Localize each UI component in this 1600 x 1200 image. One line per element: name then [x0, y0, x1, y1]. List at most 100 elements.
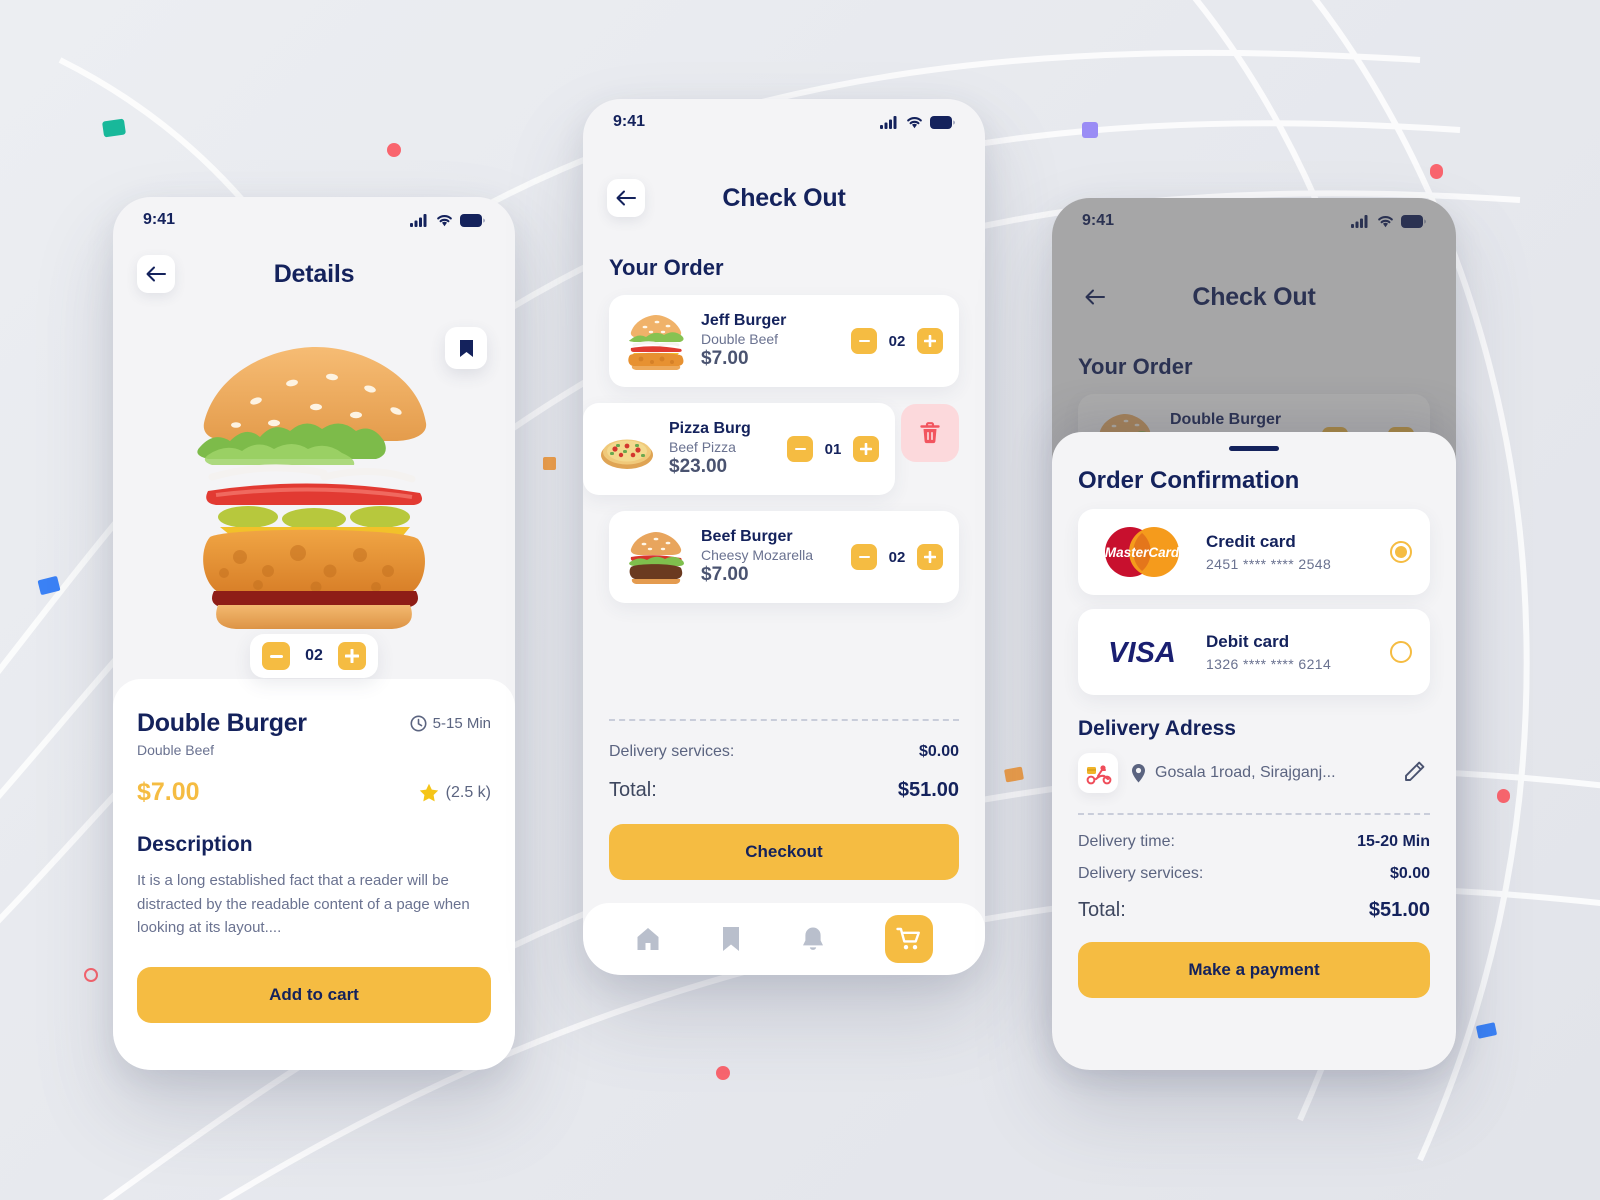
order-item-price: $7.00	[701, 564, 749, 585]
drag-handle[interactable]	[1229, 446, 1279, 451]
confirmation-title: Order Confirmation	[1078, 467, 1300, 494]
delivery-services-row: Delivery services: $0.00	[1078, 865, 1430, 883]
arrow-left-icon	[616, 190, 636, 206]
your-order-heading: Your Order	[609, 255, 724, 280]
tab-bookmarks[interactable]	[721, 926, 741, 952]
svg-text:MasterCard: MasterCard	[1105, 545, 1180, 560]
orange-chip	[1004, 766, 1024, 783]
delivery-scooter-icon	[1078, 753, 1118, 793]
delivery-services-value: $0.00	[1389, 865, 1430, 882]
payment-method-name: Debit card	[1206, 632, 1290, 651]
pink-dot-2	[1430, 164, 1443, 179]
total-value: $51.00	[1368, 899, 1430, 921]
checkout-app-bar: Check Out	[583, 167, 985, 229]
svg-text:VISA: VISA	[1108, 637, 1176, 669]
battery-icon	[460, 213, 485, 227]
blue-chip-2	[1475, 1022, 1498, 1039]
pink-dot-3	[716, 1066, 730, 1080]
pencil-icon	[1405, 761, 1425, 781]
delivery-time-value: 15-20 Min	[1357, 833, 1430, 850]
payment-method-name: Credit card	[1206, 532, 1296, 551]
add-to-cart-button[interactable]: Add to cart	[137, 967, 491, 1023]
purple-square	[1082, 122, 1098, 138]
prep-time-label: 5-15 Min	[432, 715, 491, 732]
payment-radio-selected[interactable]	[1390, 541, 1412, 563]
order-item-decrease-button[interactable]	[787, 436, 813, 462]
back-button[interactable]	[137, 255, 175, 293]
delivery-services-row: Delivery services: $0.00	[609, 743, 959, 761]
payment-radio-unselected[interactable]	[1390, 641, 1412, 663]
order-item-name: Pizza Burg	[669, 420, 751, 437]
edit-address-button[interactable]	[1398, 756, 1430, 791]
product-name: Double Burger	[137, 709, 307, 737]
pink-ring	[84, 968, 98, 982]
delivery-services-value: $0.00	[918, 743, 959, 760]
pink-dot	[387, 143, 401, 157]
order-item-stepper[interactable]: 01	[787, 436, 879, 462]
checkout-button[interactable]: Checkout	[609, 824, 959, 880]
delivery-address-heading: Delivery Adress	[1078, 717, 1236, 740]
battery-icon	[930, 115, 955, 129]
back-button[interactable]	[607, 179, 645, 217]
order-item-quantity: 02	[888, 332, 906, 350]
plus-icon	[924, 335, 936, 347]
details-app-bar: Details	[113, 243, 515, 305]
product-price: $7.00	[137, 778, 200, 806]
order-item-decrease-button[interactable]	[851, 328, 877, 354]
pink-dot-4	[1497, 789, 1510, 803]
arrow-left-icon	[146, 266, 166, 282]
status-bar: 9:41	[113, 197, 515, 243]
order-item-increase-button[interactable]	[853, 436, 879, 462]
quantity-decrease-button[interactable]	[262, 642, 290, 670]
order-item-subtitle: Beef Pizza	[669, 439, 736, 455]
quantity-increase-button[interactable]	[338, 642, 366, 670]
bookmark-icon	[723, 927, 739, 951]
make-payment-button[interactable]: Make a payment	[1078, 942, 1430, 998]
order-item-subtitle: Cheesy Mozarella	[701, 547, 814, 563]
rating-count: (2.5 k)	[445, 783, 491, 801]
orange-square	[543, 457, 556, 470]
order-item-price: $7.00	[701, 348, 749, 369]
delivery-time-label: Delivery time:	[1078, 833, 1175, 850]
minus-icon	[858, 339, 870, 343]
tab-cart[interactable]	[885, 915, 933, 963]
order-item-decrease-button[interactable]	[851, 544, 877, 570]
hero-image-area	[113, 305, 515, 635]
signal-icon	[410, 213, 427, 227]
order-item-increase-button[interactable]	[917, 328, 943, 354]
order-item-name: Jeff Burger	[701, 312, 787, 329]
blue-chip	[37, 575, 61, 596]
status-time: 9:41	[613, 113, 646, 130]
order-item-stepper[interactable]: 02	[851, 328, 943, 354]
order-item-increase-button[interactable]	[917, 544, 943, 570]
order-item-stepper[interactable]: 02	[851, 544, 943, 570]
order-item-list: Jeff Burger Double Beef $7.00 02 Pizza B…	[583, 281, 985, 603]
payment-method-credit-card[interactable]: MasterCard Credit card 2451 **** **** 25…	[1078, 509, 1430, 595]
order-item-row[interactable]: Beef Burger Cheesy Mozarella $7.00 02	[609, 511, 959, 603]
payment-method-debit-card[interactable]: VISA Debit card 1326 **** **** 6214	[1078, 609, 1430, 695]
tab-home[interactable]	[635, 926, 661, 952]
order-item-row[interactable]: Jeff Burger Double Beef $7.00 02	[609, 295, 959, 387]
quantity-stepper[interactable]: 02	[250, 634, 378, 678]
delivery-address: Gosala 1road, Sirajganj...	[1130, 763, 1386, 784]
delivery-address-row: Gosala 1road, Sirajganj...	[1078, 753, 1430, 793]
order-item-row[interactable]: Pizza Burg Beef Pizza $23.00 01	[583, 403, 895, 495]
plus-icon	[924, 551, 936, 563]
order-item-price: $23.00	[669, 456, 728, 477]
visa-logo: VISA	[1096, 635, 1188, 669]
order-item-subtitle: Double Beef	[701, 331, 779, 347]
delivery-services-label: Delivery services:	[1078, 865, 1204, 882]
product-rating: (2.5 k)	[419, 783, 491, 802]
bookmark-button[interactable]	[445, 327, 487, 369]
status-bar: 9:41	[583, 99, 985, 145]
plus-icon	[860, 443, 872, 455]
total-row: Total: $51.00	[1078, 899, 1430, 922]
total-label: Total:	[1078, 899, 1126, 921]
trash-icon	[920, 422, 940, 444]
delete-item-button[interactable]	[901, 404, 959, 462]
mastercard-logo: MasterCard	[1096, 525, 1188, 579]
delivery-address-text: Gosala 1road, Sirajganj...	[1155, 764, 1336, 781]
star-icon	[419, 783, 438, 802]
tab-notifications[interactable]	[801, 926, 825, 953]
plus-icon	[345, 649, 359, 663]
